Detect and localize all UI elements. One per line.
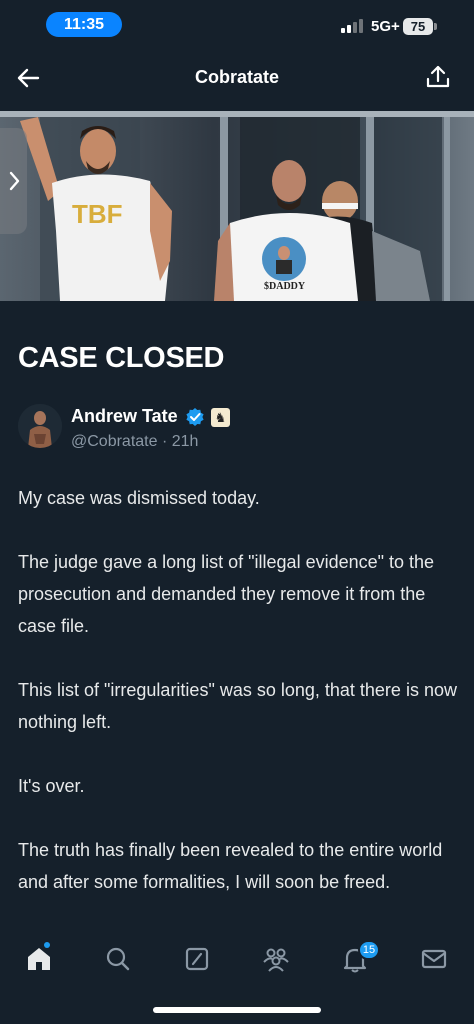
author-handle: @Cobratate · 21h: [71, 433, 199, 450]
network-label: 5G+: [371, 18, 400, 35]
paragraph: It's over.: [18, 776, 85, 796]
search-icon: [106, 947, 130, 971]
tab-home[interactable]: [24, 944, 54, 974]
nav-bar: Cobratate: [0, 50, 474, 110]
article-title: CASE CLOSED: [18, 342, 225, 374]
article-cover-image[interactable]: TBF $DADDY: [0, 111, 474, 301]
battery-icon: 75: [403, 18, 433, 35]
tab-search[interactable]: [103, 944, 133, 974]
share-icon: [426, 65, 450, 88]
grok-icon: [185, 947, 209, 971]
battery-tip: [434, 23, 437, 30]
notification-count-badge: 15: [358, 940, 380, 960]
article-body: My case was dismissed today. The judge g…: [18, 482, 463, 930]
tab-communities[interactable]: [261, 944, 291, 974]
author-row[interactable]: Andrew Tate ♞ @Cobratate · 21h: [18, 404, 458, 458]
communities-icon: [263, 948, 289, 972]
shirt-logo-left: TBF: [72, 199, 123, 229]
status-time[interactable]: 11:35: [46, 12, 122, 37]
chevron-right-icon: [9, 171, 19, 191]
verified-badge-icon: [186, 408, 204, 426]
messages-icon: [421, 949, 447, 969]
paragraph: The truth has finally been revealed to t…: [18, 840, 443, 892]
shirt-logo-right: $DADDY: [264, 281, 306, 292]
signal-icon: [341, 19, 367, 33]
carousel-prev-tab[interactable]: [0, 128, 27, 234]
paragraph: The judge gave a long list of "illegal e…: [18, 552, 435, 636]
post-time: 21h: [171, 433, 199, 450]
battery-level: 75: [410, 19, 426, 34]
screen: 11:35 5G+ 75 Cobratate TBF $DADDY CASE C…: [0, 0, 474, 1024]
nav-title: Cobratate: [194, 67, 279, 87]
paragraph: This list of "irregularities" was so lon…: [18, 680, 457, 732]
share-button[interactable]: [424, 63, 452, 91]
home-icon: [28, 948, 50, 970]
author-name[interactable]: Andrew Tate: [71, 406, 178, 427]
avatar[interactable]: [18, 404, 62, 448]
status-bar: 11:35 5G+ 75: [0, 0, 474, 50]
tab-grok[interactable]: [182, 944, 212, 974]
handle-text: @Cobratate: [71, 433, 158, 450]
tab-messages[interactable]: [419, 944, 449, 974]
home-indicator[interactable]: [153, 1007, 321, 1013]
paragraph: My case was dismissed today.: [18, 488, 260, 508]
affiliate-badge-icon: ♞: [211, 408, 230, 427]
home-unread-dot: [44, 942, 50, 948]
